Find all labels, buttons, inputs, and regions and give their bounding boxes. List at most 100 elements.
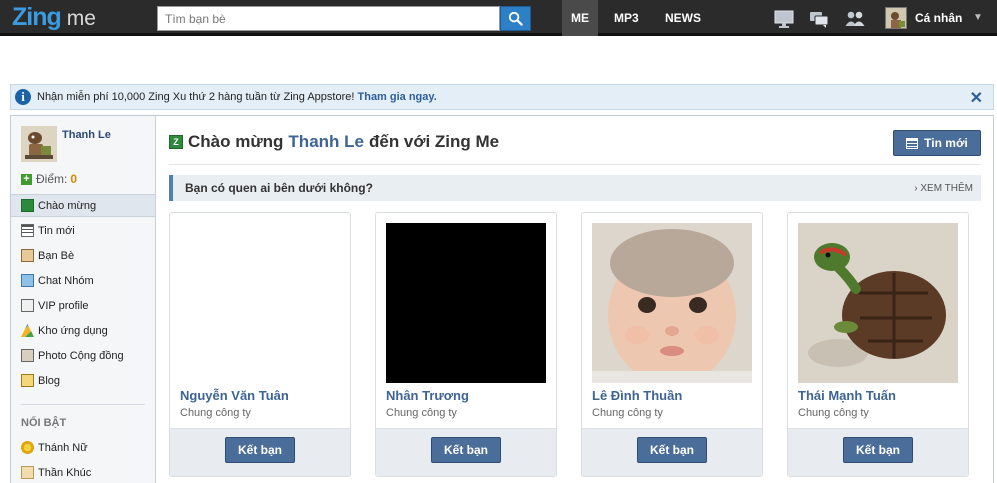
blog-icon xyxy=(21,374,34,387)
sidebar-item-label: Tin mới xyxy=(38,224,75,237)
suggestion-name[interactable]: Nguyễn Văn Tuân xyxy=(180,388,289,403)
friends-icon xyxy=(21,249,34,262)
sidebar-item-app-store[interactable]: Kho ứng dụng xyxy=(11,319,155,342)
zing-icon: Z xyxy=(169,135,183,149)
welcome-name[interactable]: Thanh Le xyxy=(288,132,364,152)
monitor-icon[interactable] xyxy=(774,10,794,28)
sidebar-item-group-chat[interactable]: Chat Nhóm xyxy=(11,269,155,292)
avatar-cartoon-icon xyxy=(886,8,906,28)
vip-icon xyxy=(21,299,34,312)
see-more-link[interactable]: › XEM THÊM xyxy=(914,183,973,194)
news-button-label: Tin mới xyxy=(924,136,968,150)
newspaper-icon xyxy=(21,224,34,237)
add-friend-button[interactable]: Kết bạn xyxy=(637,437,707,463)
photo-icon xyxy=(21,349,34,362)
sidebar-item-label: Chat Nhóm xyxy=(38,274,94,287)
welcome-prefix: Chào mừng xyxy=(188,132,284,151)
sidebar-item-label: Kho ứng dụng xyxy=(38,324,108,337)
suggestion-photo[interactable] xyxy=(592,223,752,385)
sidebar-item-label: Bạn Bè xyxy=(38,249,75,262)
suggestion-card: Nguyễn Văn Tuân Chung công ty Kết bạn xyxy=(169,212,351,477)
sidebar-item-label: Thánh Nữ xyxy=(38,441,88,454)
add-friend-button[interactable]: Kết bạn xyxy=(225,437,295,463)
close-icon[interactable]: ✕ xyxy=(970,88,983,108)
sidebar-item-blog[interactable]: Blog xyxy=(11,369,155,392)
sidebar-item-label: Blog xyxy=(38,374,61,387)
sidebar-item-than-khuc[interactable]: Thần Khúc xyxy=(11,461,155,483)
messages-icon[interactable] xyxy=(809,10,829,28)
suggestion-photo[interactable] xyxy=(798,223,958,383)
notice-message: Nhận miễn phí 10,000 Zing Xu thứ 2 hàng … xyxy=(37,91,437,103)
add-friend-button[interactable]: Kết bạn xyxy=(843,437,913,463)
featured-heading: NỔI BẬT xyxy=(21,417,67,429)
sidebar-item-community-photo[interactable]: Photo Cộng đồng xyxy=(11,344,155,367)
tab-me[interactable]: ME xyxy=(562,0,598,36)
flower-icon xyxy=(21,441,34,454)
profile-avatar[interactable] xyxy=(21,126,57,162)
notice-text: Nhận miễn phí 10,000 Zing Xu thứ 2 hàng … xyxy=(37,91,358,103)
see-more-label: XEM THÊM xyxy=(920,183,973,194)
zing-icon xyxy=(21,199,34,212)
title-divider xyxy=(169,164,981,165)
sidebar-item-news[interactable]: Tin mới xyxy=(11,219,155,242)
tab-news[interactable]: NEWS xyxy=(656,0,710,36)
search-icon xyxy=(508,11,523,26)
suggestion-card: Thái Mạnh Tuấn Chung công ty Kết bạn xyxy=(787,212,969,477)
suggestion-name[interactable]: Nhân Trương xyxy=(386,388,469,403)
sidebar-item-label: Photo Cộng đồng xyxy=(38,349,124,362)
suggestion-card: Nhân Trương Chung công ty Kết bạn xyxy=(375,212,557,477)
suggestion-subtitle: Chung công ty xyxy=(386,407,457,419)
sidebar: Thanh Le + Điểm: 0 Chào mừng Tin mới Bạn… xyxy=(11,116,156,483)
welcome-suffix: đến với Zing Me xyxy=(368,132,500,151)
suggestion-card: Lê Đình Thuần Chung công ty Kết bạn xyxy=(581,212,763,477)
plus-icon: + xyxy=(21,173,32,185)
turtle-photo-icon xyxy=(798,223,958,383)
search-input[interactable] xyxy=(157,6,500,31)
avatar-cartoon-icon xyxy=(21,126,57,162)
suggestion-subtitle: Chung công ty xyxy=(798,407,869,419)
baby-photo-icon xyxy=(592,223,752,385)
character-icon xyxy=(21,466,34,479)
sidebar-divider xyxy=(21,404,145,405)
sidebar-item-label: Thần Khúc xyxy=(38,466,92,479)
notice-join-link[interactable]: Tham gia ngay. xyxy=(358,91,437,103)
search-button[interactable] xyxy=(500,6,531,31)
sidebar-item-thanh-nu[interactable]: Thánh Nữ xyxy=(11,436,155,459)
top-navigation-bar: Zing me ME MP3 NEWS Cá nhân ▼ xyxy=(0,0,997,36)
suggestion-question: Bạn có quen ai bên dưới không? xyxy=(185,181,373,195)
suggestion-subtitle: Chung công ty xyxy=(180,407,251,419)
logo-zing: Zing xyxy=(12,3,62,31)
friends-icon[interactable] xyxy=(845,10,865,28)
logo-me: me xyxy=(66,7,96,30)
add-friend-button[interactable]: Kết bạn xyxy=(431,437,501,463)
suggestion-photo[interactable] xyxy=(386,223,546,383)
chat-icon xyxy=(21,274,34,287)
suggestion-photo[interactable] xyxy=(180,223,340,383)
sidebar-item-welcome[interactable]: Chào mừng xyxy=(11,194,155,217)
zing-me-logo[interactable]: Zing me xyxy=(12,3,96,33)
tab-mp3[interactable]: MP3 xyxy=(605,0,648,36)
page-title: Z Chào mừng Thanh Le đến với Zing Me xyxy=(169,132,499,152)
info-icon: i xyxy=(15,89,31,105)
points-label: Điểm: xyxy=(36,172,68,186)
sidebar-item-label: Chào mừng xyxy=(38,199,97,212)
apps-icon xyxy=(21,324,34,337)
suggestion-name[interactable]: Lê Đình Thuần xyxy=(592,388,682,403)
suggestion-name[interactable]: Thái Mạnh Tuấn xyxy=(798,388,896,403)
points-row: + Điểm: 0 xyxy=(21,172,77,186)
friend-suggestion-header: Bạn có quen ai bên dưới không? › XEM THÊ… xyxy=(169,175,981,201)
points-value: 0 xyxy=(70,172,78,186)
sidebar-item-vip-profile[interactable]: VIP profile xyxy=(11,294,155,317)
profile-name[interactable]: Thanh Le xyxy=(62,129,111,141)
user-avatar[interactable] xyxy=(885,7,907,29)
content-area: Z Chào mừng Thanh Le đến với Zing Me Tin… xyxy=(157,116,993,483)
sidebar-item-label: VIP profile xyxy=(38,299,89,312)
main-panel: Thanh Le + Điểm: 0 Chào mừng Tin mới Bạn… xyxy=(10,115,994,483)
promo-notice: i Nhận miễn phí 10,000 Zing Xu thứ 2 hàn… xyxy=(10,84,994,110)
news-button[interactable]: Tin mới xyxy=(893,130,981,156)
suggestion-subtitle: Chung công ty xyxy=(592,407,663,419)
chevron-down-icon[interactable]: ▼ xyxy=(973,12,983,23)
newspaper-icon xyxy=(906,137,919,149)
user-menu[interactable]: Cá nhân xyxy=(915,0,962,36)
sidebar-item-friends[interactable]: Bạn Bè xyxy=(11,244,155,267)
